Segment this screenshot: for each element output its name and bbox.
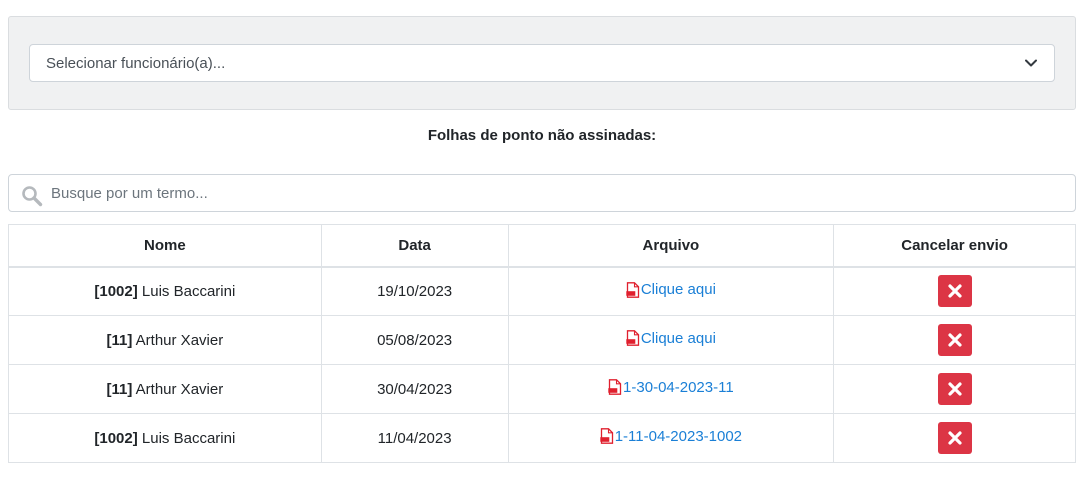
unsigned-timesheets-table: Nome Data Arquivo Cancelar envio [1002] … xyxy=(8,224,1076,463)
cell-data: 30/04/2023 xyxy=(320,364,509,414)
cancel-send-button[interactable] xyxy=(937,275,972,308)
close-icon xyxy=(947,382,962,396)
search-icon xyxy=(21,185,43,207)
file-link-label: Clique aqui xyxy=(640,329,716,347)
chevron-down-icon xyxy=(1024,56,1038,70)
employee-code: [1002] xyxy=(94,282,138,300)
employee-name: Luis Baccarini xyxy=(141,429,236,447)
header-nome[interactable]: Nome xyxy=(8,224,322,268)
cell-cancelar xyxy=(833,315,1076,365)
cell-data: 05/08/2023 xyxy=(320,315,509,365)
cell-nome: [11] Arthur Xavier xyxy=(8,315,322,365)
cell-data: 11/04/2023 xyxy=(320,413,509,463)
employee-select-value: Selecionar funcionário(a)... xyxy=(46,54,226,72)
file-link[interactable]: 1-11-04-2023-1002 xyxy=(600,428,742,445)
file-link-label: 1-30-04-2023-11 xyxy=(623,378,734,396)
search-field[interactable] xyxy=(8,174,1076,212)
table-row: [11] Arthur Xavier 05/08/2023 Clique aqu… xyxy=(8,315,1076,365)
employee-name: Arthur Xavier xyxy=(135,380,224,398)
cancel-send-button[interactable] xyxy=(937,422,972,454)
cell-arquivo: 1-30-04-2023-11 xyxy=(507,364,835,414)
cell-arquivo: Clique aqui xyxy=(507,315,835,365)
header-arquivo[interactable]: Arquivo xyxy=(507,224,835,268)
cancel-send-button[interactable] xyxy=(937,373,972,405)
cell-cancelar xyxy=(833,266,1076,316)
employee-code: [1002] xyxy=(94,429,138,447)
employee-code: [11] xyxy=(106,331,133,349)
pdf-file-icon xyxy=(600,428,614,445)
header-cancelar-envio[interactable]: Cancelar envio xyxy=(833,224,1076,268)
table-row: [1002] Luis Baccarini 11/04/2023 1-11-04… xyxy=(8,413,1076,463)
close-icon xyxy=(947,333,962,347)
pdf-file-icon xyxy=(608,379,622,396)
filter-panel: Selecionar funcionário(a)... xyxy=(8,16,1076,110)
employee-name: Arthur Xavier xyxy=(135,331,224,349)
header-data[interactable]: Data xyxy=(320,224,509,268)
employee-select[interactable]: Selecionar funcionário(a)... xyxy=(29,44,1055,82)
pdf-file-icon xyxy=(626,281,640,298)
cell-cancelar xyxy=(833,413,1076,463)
file-link[interactable]: 1-30-04-2023-11 xyxy=(608,379,734,396)
search-input[interactable] xyxy=(49,183,1049,203)
cancel-send-button[interactable] xyxy=(937,324,972,356)
employee-name: Luis Baccarini xyxy=(141,282,236,300)
cell-cancelar xyxy=(833,364,1076,414)
table-row: [1002] Luis Baccarini 19/10/2023 Clique … xyxy=(8,266,1076,316)
close-icon xyxy=(947,284,962,298)
table-row: [11] Arthur Xavier 30/04/2023 1-30-04-20… xyxy=(8,364,1076,414)
table-header-row: Nome Data Arquivo Cancelar envio xyxy=(8,224,1076,268)
file-link-label: 1-11-04-2023-1002 xyxy=(614,427,743,445)
section-title: Folhas de ponto não assinadas: xyxy=(427,127,657,144)
cell-nome: [1002] Luis Baccarini xyxy=(8,266,322,316)
pdf-file-icon xyxy=(626,330,640,347)
cell-arquivo: 1-11-04-2023-1002 xyxy=(507,413,835,463)
cell-nome: [11] Arthur Xavier xyxy=(8,364,322,414)
cell-nome: [1002] Luis Baccarini xyxy=(8,413,322,463)
file-link[interactable]: Clique aqui xyxy=(626,330,716,347)
cell-data: 19/10/2023 xyxy=(320,266,509,316)
employee-code: [11] xyxy=(106,380,133,398)
file-link-label: Clique aqui xyxy=(640,281,716,298)
cell-arquivo: Clique aqui xyxy=(507,266,835,316)
file-link[interactable]: Clique aqui xyxy=(626,281,716,298)
close-icon xyxy=(947,431,962,445)
